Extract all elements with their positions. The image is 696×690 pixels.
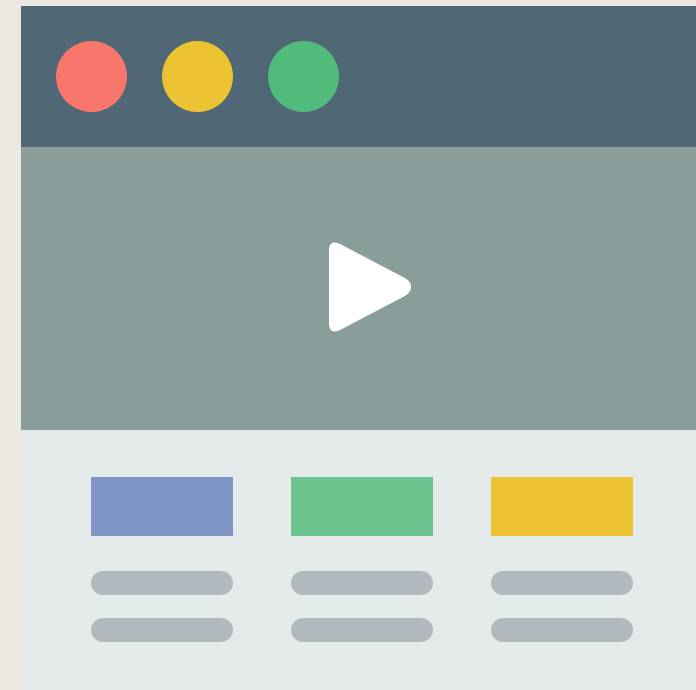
minimize-window-button[interactable] — [162, 41, 233, 112]
text-placeholder-line — [491, 571, 633, 595]
card[interactable] — [291, 477, 433, 647]
text-placeholder-line — [91, 571, 233, 595]
content-area — [21, 430, 696, 690]
card[interactable] — [491, 477, 633, 647]
card-thumbnail — [91, 477, 233, 536]
card[interactable] — [91, 477, 233, 647]
window-titlebar — [21, 6, 696, 147]
close-window-button[interactable] — [56, 41, 127, 112]
card-thumbnail — [491, 477, 633, 536]
text-placeholder-line — [291, 618, 433, 642]
text-placeholder-line — [291, 571, 433, 595]
text-placeholder-line — [491, 618, 633, 642]
play-icon[interactable] — [323, 239, 411, 335]
browser-window — [21, 6, 696, 690]
card-thumbnail — [291, 477, 433, 536]
maximize-window-button[interactable] — [268, 41, 339, 112]
text-placeholder-line — [91, 618, 233, 642]
